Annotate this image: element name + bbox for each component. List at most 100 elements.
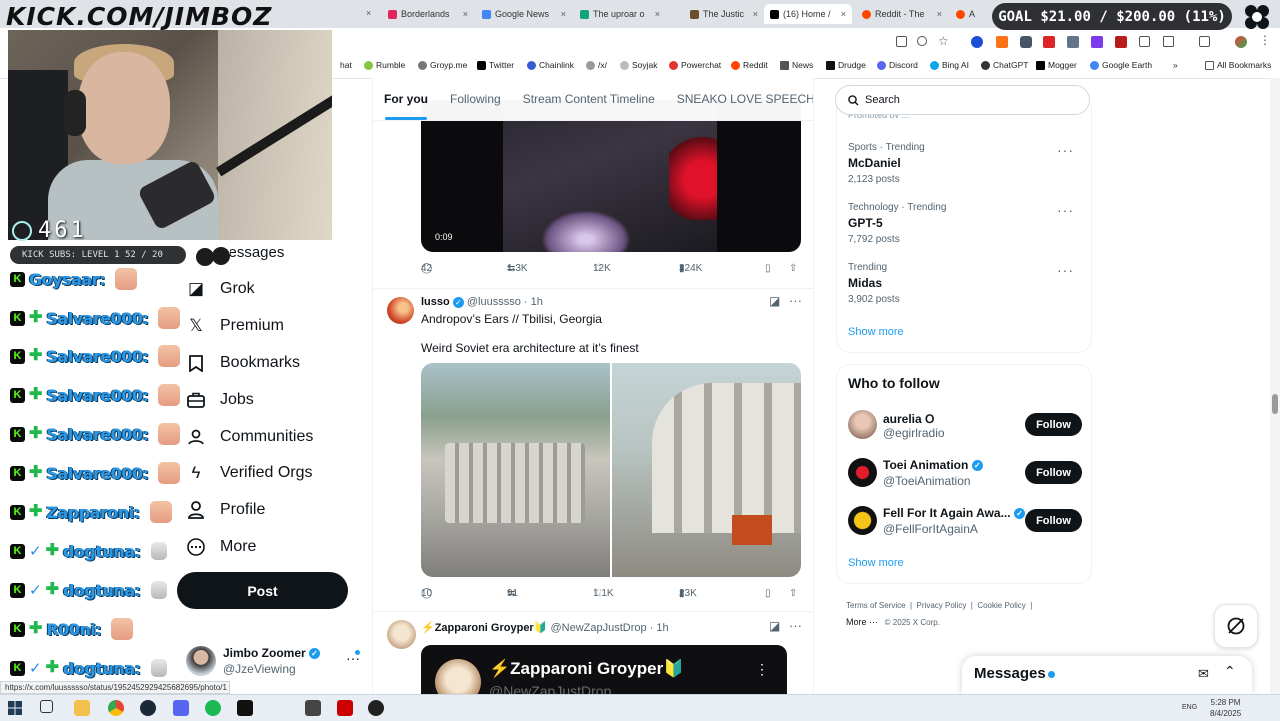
chat-username[interactable]: R00ni: bbox=[46, 620, 101, 639]
avatar[interactable] bbox=[387, 297, 414, 324]
extension-icon[interactable] bbox=[1139, 36, 1150, 47]
nav-messages[interactable]: Messages bbox=[230, 244, 284, 261]
spotify-icon[interactable] bbox=[205, 700, 221, 716]
trend-item[interactable]: Trending Midas 3,902 posts ··· bbox=[848, 262, 1080, 305]
footer-link[interactable]: Terms of Service bbox=[846, 601, 906, 610]
bookmark-icon[interactable]: ▯ bbox=[765, 263, 771, 274]
sidebar-icon[interactable] bbox=[1199, 36, 1210, 47]
extension-icon[interactable] bbox=[1091, 36, 1103, 48]
footer-link[interactable]: Privacy Policy bbox=[917, 601, 967, 610]
bookmark[interactable]: News bbox=[780, 60, 813, 70]
app-icon[interactable] bbox=[305, 700, 321, 716]
menu-icon[interactable]: ⋮ bbox=[1259, 33, 1271, 47]
more-vertical-icon[interactable]: ⋮ bbox=[755, 661, 769, 678]
follow-button[interactable]: Follow bbox=[1025, 413, 1082, 436]
account-switcher[interactable]: Jimbo Zoomer ✓ @JzeViewing ··· bbox=[186, 644, 362, 680]
nav-premium[interactable]: 𝕏 Premium bbox=[186, 311, 284, 341]
tweet-handle[interactable]: @NewZapJustDrop · 1h bbox=[550, 622, 668, 634]
close-icon[interactable]: × bbox=[841, 9, 846, 19]
tab-stream-content[interactable]: Stream Content Timeline bbox=[512, 78, 666, 120]
search-input[interactable]: Search bbox=[835, 85, 1090, 115]
more-dots-icon[interactable]: ··· bbox=[789, 618, 802, 633]
chat-username[interactable]: Zapparoni: bbox=[46, 503, 140, 522]
puzzle-icon[interactable] bbox=[1163, 36, 1174, 47]
avatar[interactable] bbox=[387, 620, 416, 649]
follow-button[interactable]: Follow bbox=[1025, 509, 1082, 532]
bookmark[interactable]: Bing AI bbox=[930, 60, 969, 70]
bookmark[interactable]: Chainlink bbox=[527, 60, 574, 70]
tweet-author[interactable]: ⚡Zapparoni Groyper🔰 bbox=[421, 622, 547, 634]
bookmark[interactable]: Google Earth bbox=[1090, 60, 1152, 70]
zoom-icon[interactable] bbox=[917, 36, 927, 46]
extension-icon[interactable] bbox=[1067, 36, 1079, 48]
discord-icon[interactable] bbox=[173, 700, 189, 716]
browser-tab[interactable]: Google News × bbox=[476, 4, 572, 24]
bookmark-icon[interactable]: ▯ bbox=[765, 588, 771, 599]
tweet-photo[interactable] bbox=[612, 363, 801, 577]
tweet-photo[interactable] bbox=[421, 363, 610, 577]
grok-icon[interactable]: ◪ bbox=[769, 294, 780, 308]
footer-link[interactable]: More ··· bbox=[846, 617, 878, 627]
app-icon[interactable] bbox=[337, 700, 353, 716]
more-dots-icon[interactable]: ··· bbox=[1057, 142, 1074, 158]
scrollbar-thumb[interactable] bbox=[1272, 394, 1278, 414]
bookmark[interactable]: Groyp.me bbox=[418, 60, 467, 70]
browser-tab[interactable]: The uproar o × bbox=[574, 4, 666, 24]
compose-message-icon[interactable]: ✉ bbox=[1198, 666, 1209, 682]
browser-tab[interactable]: Reddit - The × bbox=[856, 4, 948, 24]
chat-username[interactable]: dogtuna: bbox=[63, 659, 141, 678]
chat-username[interactable]: Salvare000: bbox=[46, 464, 149, 483]
chat-username[interactable]: dogtuna: bbox=[63, 542, 141, 561]
chat-username[interactable]: Salvare000: bbox=[46, 386, 149, 405]
close-icon[interactable]: × bbox=[561, 9, 566, 19]
scrollbar[interactable] bbox=[1270, 78, 1280, 694]
chevron-up-icon[interactable]: ⌃ bbox=[1224, 663, 1236, 680]
chat-username[interactable]: Goysaar: bbox=[29, 270, 105, 289]
post-button[interactable]: Post bbox=[177, 572, 348, 609]
trend-item[interactable]: Sports · Trending McDaniel 2,123 posts ·… bbox=[848, 142, 1080, 185]
bookmark[interactable]: Powerchat bbox=[669, 60, 721, 70]
star-icon[interactable]: ☆ bbox=[938, 34, 950, 48]
chat-username[interactable]: dogtuna: bbox=[63, 581, 141, 600]
app-icon[interactable] bbox=[237, 700, 253, 716]
browser-tab[interactable]: A bbox=[950, 4, 990, 24]
trend-item[interactable]: Technology · Trending GPT-5 7,792 posts … bbox=[848, 202, 1080, 245]
close-icon[interactable]: × bbox=[366, 8, 371, 18]
task-view-icon[interactable] bbox=[40, 700, 53, 713]
grok-icon[interactable]: ◪ bbox=[769, 619, 780, 633]
messages-drawer[interactable]: Messages ✉ ⌃ bbox=[962, 656, 1252, 694]
bookmark[interactable]: /x/ bbox=[586, 60, 607, 70]
nav-grok[interactable]: ◪ Grok bbox=[186, 274, 255, 304]
follow-suggestion[interactable]: Fell For It Again Awa... ✓ @FellForItAga… bbox=[848, 506, 1084, 542]
extension-icon[interactable] bbox=[1043, 36, 1055, 48]
tweet-video[interactable]: 0:09 bbox=[421, 100, 801, 252]
metamask-icon[interactable] bbox=[996, 36, 1008, 48]
tab-for-you[interactable]: For you bbox=[373, 78, 439, 120]
chrome-icon[interactable] bbox=[108, 700, 124, 716]
nav-bookmarks[interactable]: Bookmarks bbox=[186, 348, 300, 378]
cast-icon[interactable] bbox=[896, 36, 907, 47]
share-icon[interactable]: ⇧ bbox=[789, 588, 797, 599]
bookmark[interactable]: Rumble bbox=[364, 60, 405, 70]
show-more-link[interactable]: Show more bbox=[848, 326, 904, 338]
tab-sneako[interactable]: SNEAKO LOVE SPEECH bbox=[666, 78, 813, 120]
chat-username[interactable]: Salvare000: bbox=[46, 425, 149, 444]
follow-suggestion[interactable]: aurelia 𐊫 @egirlradio Follow bbox=[848, 410, 1084, 446]
browser-tab-active[interactable]: (16) Home / × bbox=[764, 4, 852, 24]
extension-icon[interactable] bbox=[971, 36, 983, 48]
more-dots-icon[interactable]: ··· bbox=[1057, 202, 1074, 218]
extension-icon[interactable] bbox=[1115, 36, 1127, 48]
tweet-author[interactable]: lusso bbox=[421, 296, 450, 308]
shield-icon[interactable] bbox=[1020, 36, 1032, 48]
follow-button[interactable]: Follow bbox=[1025, 461, 1082, 484]
close-icon[interactable]: × bbox=[937, 9, 942, 19]
bookmark[interactable]: Reddit bbox=[731, 60, 768, 70]
footer-link[interactable]: Cookie Policy bbox=[977, 601, 1025, 610]
steam-icon[interactable] bbox=[140, 700, 156, 716]
bookmark[interactable]: Mogger bbox=[1036, 60, 1077, 70]
chat-username[interactable]: Salvare000: bbox=[46, 309, 149, 328]
close-icon[interactable]: × bbox=[753, 9, 758, 19]
windows-start-icon[interactable] bbox=[8, 701, 22, 715]
close-icon[interactable]: × bbox=[463, 9, 468, 19]
share-icon[interactable]: ⇧ bbox=[789, 263, 797, 274]
